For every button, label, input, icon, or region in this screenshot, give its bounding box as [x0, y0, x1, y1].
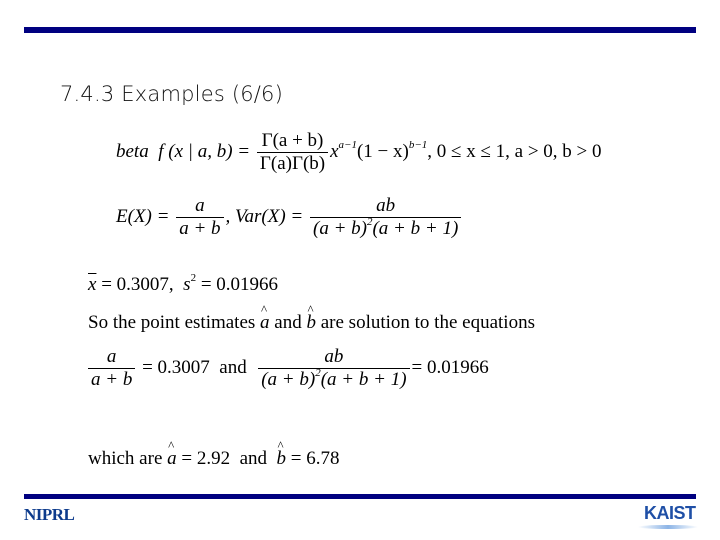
- expectation-denominator: a + b: [179, 218, 221, 239]
- variance-eq-den-part2: (a + b + 1): [320, 369, 407, 390]
- beta-exponent-a: a−1: [338, 138, 357, 151]
- estimate-equations: a a + b = 0.3007 and ab (a + b)2(a + b +…: [86, 346, 489, 391]
- kaist-logo: KAIST: [644, 503, 696, 523]
- variance-denominator: (a + b)2(a + b + 1): [310, 217, 461, 240]
- and-word: and: [274, 312, 302, 333]
- sentence-prefix: So the point estimates: [88, 312, 256, 333]
- beta-one-minus-x: (1 − x): [356, 140, 409, 162]
- b-hat-result-value: = 6.78: [290, 448, 340, 469]
- b-hat-result-symbol: b: [277, 438, 287, 470]
- mean-eq-denominator: a + b: [91, 369, 133, 390]
- beta-x: x: [330, 140, 339, 162]
- beta-conditions: , 0 ≤ x ≤ 1, a > 0, b > 0: [427, 140, 602, 162]
- moments-equation: E(X) = a a + b , Var(X) = ab (a + b)2(a …: [116, 195, 463, 240]
- beta-lhs: f (x | a, b) =: [158, 140, 251, 162]
- estimate-results: which are a = 2.92 and b = 6.78: [88, 438, 340, 470]
- beta-fraction: Γ(a + b) Γ(a)Γ(b): [256, 130, 329, 175]
- sample-variance-value: = 0.01966: [200, 274, 279, 295]
- sample-statistics: x = 0.3007, s2 = 0.01966: [88, 272, 279, 296]
- mean-eq-value: = 0.3007: [142, 356, 210, 378]
- variance-lhs: , Var(X) =: [225, 205, 304, 227]
- expectation-fraction: a a + b: [176, 195, 224, 240]
- point-estimates-sentence: So the point estimates a and b are solut…: [88, 302, 535, 334]
- beta-pdf-equation: beta f (x | a, b) = Γ(a + b) Γ(a)Γ(b) xa…: [116, 130, 602, 175]
- variance-den-part2: (a + b + 1): [372, 218, 459, 239]
- mean-eq-numerator: a: [88, 346, 136, 369]
- a-hat-result-symbol: a: [167, 438, 177, 470]
- mean-eq-fraction: a a + b: [88, 346, 136, 391]
- niprl-logo: NIPRL: [24, 505, 75, 524]
- and-word: and: [239, 448, 268, 469]
- sample-variance-exponent: 2: [190, 272, 197, 284]
- and-word: and: [219, 356, 247, 378]
- variance-den-part1: (a + b): [313, 218, 367, 239]
- results-prefix: which are: [88, 448, 163, 469]
- expectation-lhs: E(X) =: [116, 205, 170, 227]
- variance-eq-den-part1: (a + b): [261, 369, 316, 390]
- kaist-logo-swoosh-icon: [638, 525, 698, 529]
- sentence-suffix: are solution to the equations: [320, 312, 535, 333]
- bottom-divider: [24, 494, 696, 499]
- beta-denominator: Γ(a)Γ(b): [259, 153, 326, 174]
- sample-mean-symbol: x: [88, 274, 97, 295]
- a-hat-result-value: = 2.92: [181, 448, 231, 469]
- variance-eq-fraction: ab (a + b)2(a + b + 1): [258, 346, 410, 391]
- variance-eq-numerator: ab: [258, 346, 410, 369]
- top-divider: [24, 27, 696, 33]
- b-hat: b: [306, 302, 316, 334]
- slide-title: 7.4.3 Examples (6/6): [60, 82, 284, 106]
- sample-variance-symbol: s: [183, 274, 191, 295]
- beta-exponent-b: b−1: [408, 138, 428, 151]
- variance-fraction: ab (a + b)2(a + b + 1): [310, 195, 462, 240]
- beta-numerator: Γ(a + b): [256, 130, 329, 153]
- a-hat: a: [260, 302, 270, 334]
- variance-eq-value: = 0.01966: [411, 356, 489, 378]
- expectation-numerator: a: [176, 195, 224, 218]
- beta-label: beta: [116, 140, 149, 162]
- sample-mean-value: = 0.3007,: [101, 274, 174, 295]
- variance-numerator: ab: [310, 195, 462, 218]
- variance-eq-denominator: (a + b)2(a + b + 1): [258, 368, 409, 391]
